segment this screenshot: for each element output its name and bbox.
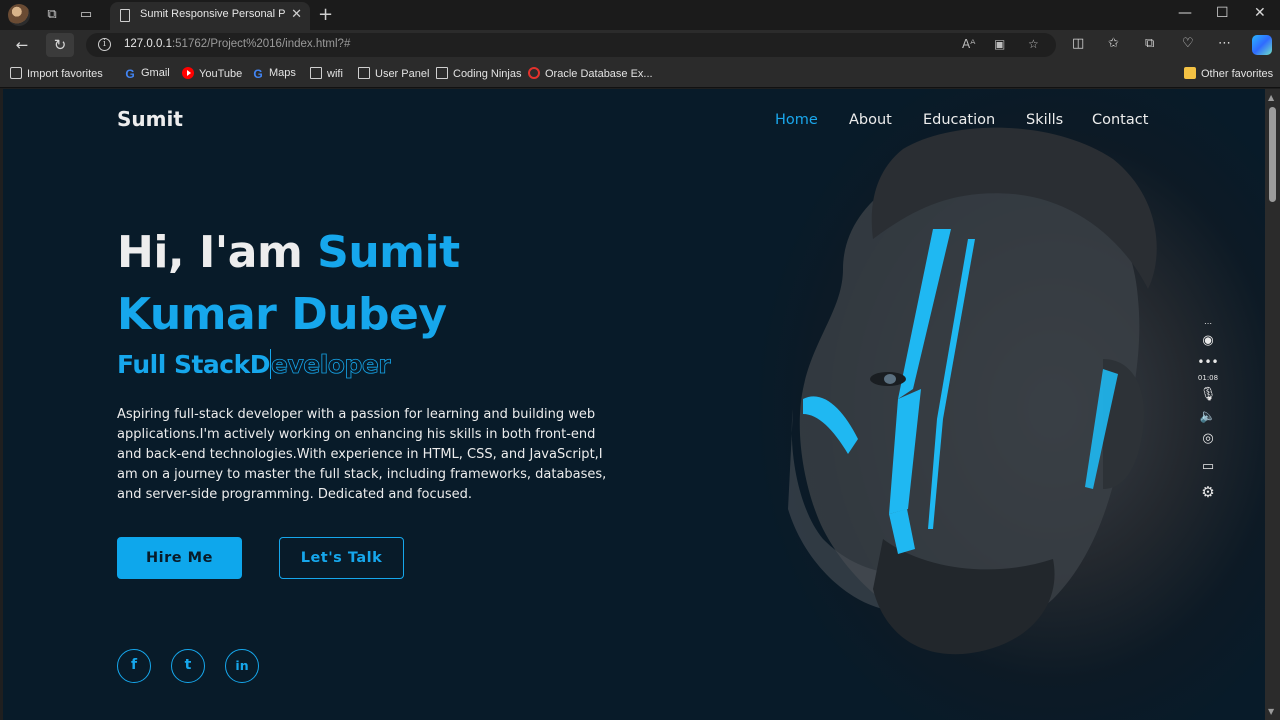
speaker-icon[interactable]: 🔈 bbox=[1196, 409, 1220, 424]
fav-import-favorites[interactable]: Import favorites bbox=[10, 67, 103, 80]
site-logo[interactable]: Sumit bbox=[117, 107, 183, 131]
page-icon bbox=[310, 67, 322, 79]
copilot-icon[interactable] bbox=[1252, 35, 1272, 55]
nav-about[interactable]: About bbox=[849, 112, 892, 128]
screen-select-icon[interactable]: ▭ bbox=[1196, 459, 1220, 474]
fav-gmail[interactable]: G Gmail bbox=[124, 67, 169, 81]
camera-icon[interactable]: ◉ bbox=[1196, 333, 1220, 348]
address-bar-row: ← ↻ i 127.0.0.1:51762/Project%2016/index… bbox=[0, 30, 1280, 60]
page-scrollbar[interactable]: ▲ ▼ bbox=[1265, 89, 1280, 720]
google-icon: G bbox=[125, 67, 135, 81]
reload-icon[interactable]: ↻ bbox=[50, 35, 70, 55]
screen-recorder-toolbar: ⋯ ◉ ••• 01:08 🎙 🔈 ◎ ▭ ⚙ bbox=[1196, 319, 1220, 505]
fav-coding-ninjas[interactable]: Coding Ninjas bbox=[436, 67, 521, 80]
hero-heading-line1: Hi, I'am Sumit bbox=[117, 227, 460, 278]
fav-wifi[interactable]: wifi bbox=[310, 67, 343, 80]
fav-other-favorites[interactable]: Other favorites bbox=[1184, 67, 1273, 80]
url-text[interactable]: 127.0.0.1:51762/Project%2016/index.html?… bbox=[124, 38, 350, 50]
close-tab-icon[interactable]: ✕ bbox=[291, 7, 302, 22]
page-icon bbox=[436, 67, 448, 79]
back-icon[interactable]: ← bbox=[12, 35, 32, 55]
page-viewport: Sumit Home About Education Skills Contac… bbox=[3, 89, 1265, 720]
maximize-icon[interactable]: ☐ bbox=[1216, 5, 1229, 21]
tab-title: Sumit Responsive Personal Portfolio bbox=[140, 8, 285, 20]
profile-avatar[interactable] bbox=[8, 4, 30, 26]
scroll-down-icon[interactable]: ▼ bbox=[1268, 707, 1274, 716]
url-field[interactable]: i 127.0.0.1:51762/Project%2016/index.htm… bbox=[86, 33, 1056, 57]
favorites-bar: Import favorites G Gmail YouTube G Maps wi… bbox=[0, 60, 1280, 88]
scroll-up-icon[interactable]: ▲ bbox=[1268, 93, 1274, 102]
linkedin-icon[interactable]: in bbox=[225, 649, 259, 683]
settings-gear-icon[interactable]: ⚙ bbox=[1196, 483, 1220, 501]
recording-timer: 01:08 bbox=[1197, 374, 1219, 382]
more-options-icon[interactable]: ••• bbox=[1196, 355, 1220, 369]
folder-icon bbox=[1184, 67, 1196, 79]
immersive-reader-icon[interactable]: ▣ bbox=[994, 37, 1005, 51]
lets-talk-button[interactable]: Let's Talk bbox=[279, 537, 404, 579]
page-icon bbox=[358, 67, 370, 79]
webcam-icon[interactable]: ◎ bbox=[1196, 431, 1220, 446]
fav-oracle[interactable]: Oracle Database Ex... bbox=[528, 67, 653, 80]
fav-maps[interactable]: G Maps bbox=[252, 67, 296, 80]
browser-window: ⧉ ▭ Sumit Responsive Personal Portfolio … bbox=[0, 0, 1280, 720]
recorder-handle-icon[interactable]: ⋯ bbox=[1196, 319, 1220, 328]
tab-actions-icon[interactable]: ▭ bbox=[78, 7, 94, 23]
favorite-star-icon[interactable]: ☆ bbox=[1028, 37, 1039, 51]
minimize-icon[interactable]: — bbox=[1178, 5, 1192, 21]
hero-portrait-image bbox=[693, 89, 1265, 720]
youtube-icon bbox=[182, 67, 194, 79]
close-window-icon[interactable]: ✕ bbox=[1254, 5, 1266, 21]
scrollbar-thumb[interactable] bbox=[1269, 107, 1276, 202]
page-icon bbox=[120, 9, 130, 22]
hero-role: Full StackDeveloper bbox=[117, 349, 391, 379]
nav-contact[interactable]: Contact bbox=[1092, 112, 1148, 128]
tab-active[interactable]: Sumit Responsive Personal Portfolio ✕ bbox=[110, 2, 310, 30]
tab-strip: ⧉ ▭ Sumit Responsive Personal Portfolio … bbox=[0, 0, 1280, 30]
more-menu-icon[interactable]: ⋯ bbox=[1218, 36, 1231, 51]
split-screen-icon[interactable]: ◫ bbox=[1072, 36, 1084, 51]
twitter-icon[interactable]: t bbox=[171, 649, 205, 683]
nav-education[interactable]: Education bbox=[923, 112, 995, 128]
portrait-illustration bbox=[788, 127, 1157, 655]
fav-user-panel[interactable]: User Panel bbox=[358, 67, 429, 80]
google-icon: G bbox=[253, 67, 263, 81]
workspaces-icon[interactable]: ⧉ bbox=[44, 7, 60, 23]
site-info-icon[interactable]: i bbox=[98, 38, 111, 51]
facebook-icon[interactable]: f bbox=[117, 649, 151, 683]
new-tab-icon[interactable]: + bbox=[318, 4, 333, 25]
oracle-icon bbox=[528, 67, 540, 79]
favorites-icon[interactable]: ✩ bbox=[1108, 36, 1119, 51]
hero-heading-line2: Kumar Dubey bbox=[117, 289, 447, 340]
microphone-icon[interactable]: 🎙 bbox=[1196, 387, 1220, 402]
hire-me-button[interactable]: Hire Me bbox=[117, 537, 242, 579]
browser-essentials-icon[interactable]: ♡ bbox=[1182, 36, 1194, 51]
collections-icon[interactable]: ⧉ bbox=[1145, 36, 1154, 51]
fav-youtube[interactable]: YouTube bbox=[182, 67, 242, 80]
nav-home[interactable]: Home bbox=[775, 112, 818, 128]
nav-skills[interactable]: Skills bbox=[1026, 112, 1063, 128]
import-icon bbox=[10, 67, 22, 79]
hero-description: Aspiring full-stack developer with a pas… bbox=[117, 407, 607, 502]
read-aloud-icon[interactable]: Aᴬ bbox=[962, 37, 975, 51]
